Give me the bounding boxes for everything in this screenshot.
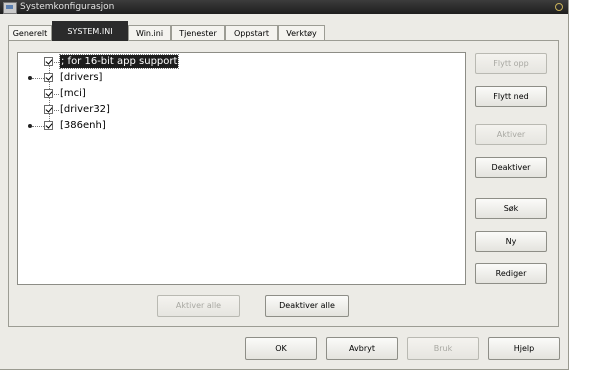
disable-button[interactable]: Deaktiver bbox=[475, 157, 547, 178]
tab-services[interactable]: Tjenester bbox=[171, 25, 225, 40]
move-up-button[interactable]: Flytt opp bbox=[475, 53, 547, 74]
tab-tools[interactable]: Verktøy bbox=[278, 25, 325, 40]
tree-item[interactable]: ; for 16-bit app support bbox=[18, 54, 458, 69]
tree-item[interactable]: [drivers] bbox=[18, 71, 458, 85]
app-icon bbox=[3, 2, 17, 14]
cancel-button[interactable]: Avbryt bbox=[326, 337, 398, 360]
enable-button[interactable]: Aktiver bbox=[475, 124, 547, 145]
tab-startup[interactable]: Oppstart bbox=[225, 25, 278, 40]
tree-item-label: [drivers] bbox=[60, 72, 103, 83]
tree-item-label: [driver32] bbox=[60, 104, 110, 115]
tree-item-checkbox[interactable] bbox=[44, 105, 53, 114]
enable-all-button[interactable]: Aktiver alle bbox=[157, 295, 240, 317]
help-button[interactable]: Hjelp bbox=[488, 337, 560, 360]
ok-button[interactable]: OK bbox=[245, 337, 317, 360]
search-button[interactable]: Søk bbox=[475, 198, 547, 219]
system-configuration-window: Systemkonfigurasjon Generelt SYSTEM.INI … bbox=[0, 0, 569, 370]
tree-item-label: ; for 16-bit app support bbox=[58, 54, 180, 69]
tree-item-checkbox[interactable] bbox=[44, 121, 53, 130]
tree-item-checkbox[interactable] bbox=[44, 57, 53, 66]
ini-tree-view[interactable]: ; for 16-bit app support [drivers] [mci]… bbox=[17, 52, 466, 285]
title-bar[interactable]: Systemkonfigurasjon bbox=[0, 0, 568, 14]
tree-item-checkbox[interactable] bbox=[44, 73, 53, 82]
tree-item[interactable]: [mci] bbox=[18, 87, 458, 101]
apply-button[interactable]: Bruk bbox=[407, 337, 479, 360]
tree-item[interactable]: [386enh] bbox=[18, 119, 458, 133]
close-icon[interactable] bbox=[555, 3, 563, 11]
move-down-button[interactable]: Flytt ned bbox=[475, 86, 547, 107]
tab-win-ini[interactable]: Win.ini bbox=[128, 25, 171, 40]
disable-all-button[interactable]: Deaktiver alle bbox=[265, 295, 349, 317]
new-button[interactable]: Ny bbox=[475, 231, 547, 252]
tab-general[interactable]: Generelt bbox=[8, 25, 52, 40]
tree-item[interactable]: [driver32] bbox=[18, 103, 458, 117]
edit-button[interactable]: Rediger bbox=[475, 263, 547, 284]
tab-system-ini[interactable]: SYSTEM.INI bbox=[52, 21, 128, 41]
tree-item-label: [386enh] bbox=[60, 120, 106, 131]
window-title: Systemkonfigurasjon bbox=[20, 2, 115, 12]
tree-item-label: [mci] bbox=[60, 88, 86, 99]
tree-item-checkbox[interactable] bbox=[44, 89, 53, 98]
